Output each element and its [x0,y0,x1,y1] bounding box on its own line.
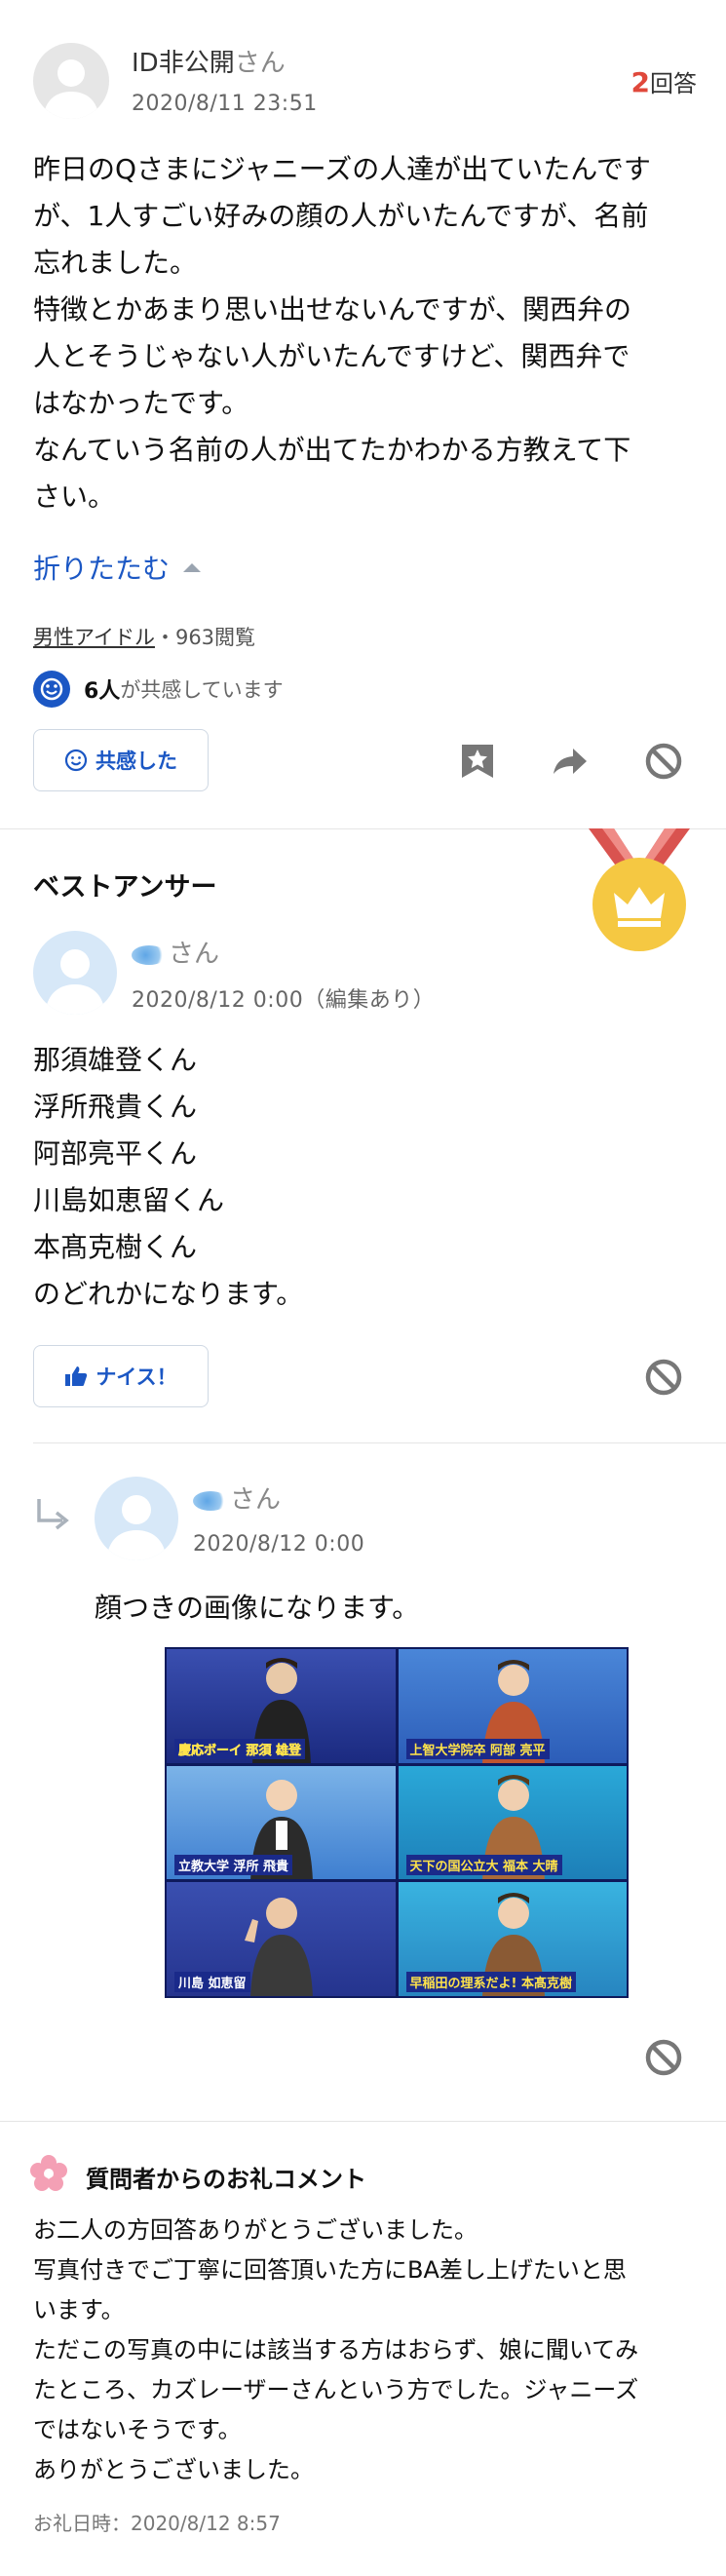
question-line: 昨日のQさまにジャニーズの人達が出ていたんです [33,153,651,185]
photo-cell: 立教大学 浮所 飛貴 [167,1765,396,1880]
empathy-summary: 6人 が共感しています [33,671,284,708]
answer-line: 阿部亮平くん [33,1137,198,1170]
attached-photo[interactable]: 慶応ボーイ 那須 雄登 上智大学院卒 阿部 亮平 立教大学 浮所 飛貴 天下の国… [165,1647,629,1998]
thanks-line: 写真付きでご丁寧に回答頂いた方にBA差し上げたいと思 [33,2256,627,2284]
crown-medal-icon [589,828,690,951]
thanks-line: ありがとうございました。 [33,2456,314,2483]
question-meta: 男性アイドル・963閲覧 [33,622,255,651]
empathy-count: 6人 [84,679,121,704]
best-answer-heading: ベストアンサー [33,872,217,903]
reply-user-name[interactable]: さん [193,1480,281,1516]
collapse-link[interactable]: 折りたたむ [33,548,203,587]
collapse-label: 折りたたむ [33,553,171,585]
photo-cell: 早稲田の理系だよ! 本髙克樹 [398,1882,627,1996]
blurred-name [132,944,167,965]
question-avatar[interactable] [33,43,109,119]
empathy-smile-icon [33,671,70,708]
share-arrow-icon[interactable] [552,747,589,776]
photo-caption: 上智大学院卒 阿部 亮平 [405,1738,550,1759]
section-divider [0,2121,726,2122]
best-answer-avatar[interactable] [33,931,117,1015]
question-body: 昨日のQさまにジャニーズの人達が出ていたんです が、1人すごい好みの顔の人がいた… [33,146,706,520]
thanks-line: います。 [33,2296,125,2324]
thanks-date: お礼日時：2020/8/12 8:57 [33,2512,281,2535]
block-icon[interactable] [645,2039,682,2076]
question-line: はなかったです。 [33,387,249,419]
question-line: さい。 [33,481,116,513]
photo-caption: 慶応ボーイ 那須 雄登 [174,1738,306,1759]
answer-count-label: 回答 [650,70,697,97]
reply-date: 2020/8/12 0:00 [193,1532,365,1557]
photo-caption: 早稲田の理系だよ! 本髙克樹 [405,1971,576,1992]
blurred-name [193,1490,228,1511]
smile-icon [64,749,88,772]
best-answer-date: 2020/8/12 0:00（編集あり） [132,988,436,1013]
category-link[interactable]: 男性アイドル [33,626,155,649]
user-suffix: さん [234,49,286,78]
flower-icon [30,2155,67,2191]
answer-line: のどれかになります。 [33,1278,304,1310]
empathy-button[interactable]: 共感した [33,729,209,791]
photo-caption: 天下の国公立大 福本 大晴 [405,1855,562,1876]
answer-count-number: 2 [630,66,650,98]
reply-avatar[interactable] [95,1477,178,1560]
answer-line: 浮所飛貴くん [33,1091,198,1123]
user-suffix: さん [230,1485,282,1515]
question-line: 人とそうじゃない人がいたんですけど、関西弁で [33,340,630,372]
photo-caption: 川島 如恵留 [174,1971,250,1992]
thanks-line: ではないそうです。 [33,2416,242,2443]
photo-cell: 天下の国公立大 福本 大晴 [398,1765,627,1880]
best-answer-body: 那須雄登くん 浮所飛貴くん 阿部亮平くん 川島如恵留くん 本髙克樹くん のどれか… [33,1037,706,1318]
photo-cell: 慶応ボーイ 那須 雄登 [167,1649,396,1763]
thumbs-up-icon [65,1366,88,1386]
question-line: なんていう名前の人が出てたかわかる方教えて下 [33,434,631,466]
user-name-text: ID非公開 [132,49,235,78]
reply-arrow-icon [37,1499,69,1530]
user-suffix: さん [169,940,220,969]
question-line: 忘れました。 [33,247,198,279]
photo-cell: 上智大学院卒 阿部 亮平 [398,1649,627,1763]
question-date: 2020/8/11 23:51 [132,92,318,116]
answer-count[interactable]: 2回答 [631,64,697,98]
thanks-line: お二人の方回答ありがとうございました。 [33,2216,478,2244]
empathy-button-label: 共感した [96,750,177,773]
answer-line: 本髙克樹くん [33,1231,198,1263]
thanks-line: ただこの写真の中には該当する方はおらず、娘に聞いてみ [33,2336,639,2364]
question-line: 特徴とかあまり思い出せないんですが、関西弁の [33,293,632,326]
block-icon[interactable] [645,1359,682,1396]
answer-line: 那須雄登くん [33,1044,198,1076]
question-line: が、1人すごい好みの顔の人がいたんですが、名前 [33,200,649,232]
question-user-name[interactable]: ID非公開さん [132,43,286,79]
thanks-body: お二人の方回答ありがとうございました。 写真付きでご丁寧に回答頂いた方にBA差し… [33,2211,715,2490]
block-icon[interactable] [645,743,682,780]
best-answer-user-name[interactable]: さん [132,934,219,970]
thanks-line: たところ、カズレーザーさんという方でした。ジャニーズ [33,2376,639,2403]
answer-line: 川島如恵留くん [33,1184,225,1216]
thanks-heading: 質問者からのお礼コメント [86,2166,366,2193]
nice-button[interactable]: ナイス！ [33,1345,209,1407]
photo-caption: 立教大学 浮所 飛貴 [174,1855,293,1876]
empathy-suffix: が共感しています [120,678,284,702]
nice-button-label: ナイス！ [96,1365,177,1389]
bookmark-star-icon[interactable] [460,743,495,780]
photo-cell: 川島 如恵留 [167,1882,396,1996]
reply-body: 顔つきの画像になります。 [95,1592,420,1624]
chevron-up-icon [183,563,202,572]
section-divider [33,1442,726,1443]
view-count: ・963閲覧 [154,626,256,649]
